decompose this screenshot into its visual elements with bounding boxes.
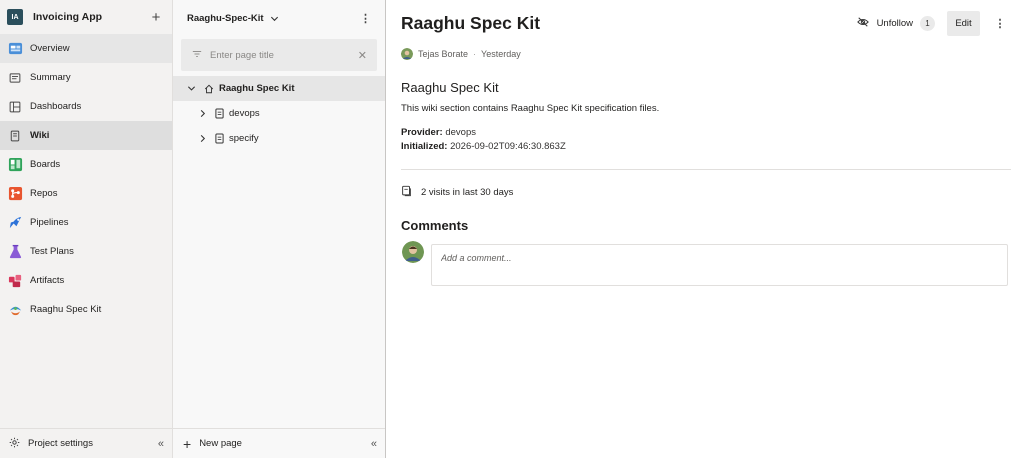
artifacts-icon bbox=[7, 273, 23, 289]
updated-time: Yesterday bbox=[481, 49, 521, 59]
chevron-down-icon[interactable] bbox=[186, 84, 196, 93]
nav-item-test-plans[interactable]: Test Plans bbox=[0, 237, 172, 266]
comment-box bbox=[431, 244, 1008, 286]
comment-input[interactable] bbox=[441, 253, 998, 277]
nav-item-summary[interactable]: Summary bbox=[0, 63, 172, 92]
initialized-key: Initialized: bbox=[401, 141, 448, 152]
spec-kit-icon bbox=[7, 302, 23, 318]
content-description: This wiki section contains Raaghu Spec K… bbox=[401, 103, 660, 114]
nav-item-label: Pipelines bbox=[30, 217, 69, 228]
nav-item-label: Raaghu Spec Kit bbox=[30, 304, 102, 315]
new-page-label: New page bbox=[199, 438, 242, 449]
filter-icon bbox=[192, 46, 202, 64]
nav-item-artifacts[interactable]: Artifacts bbox=[0, 266, 172, 295]
comments-heading: Comments bbox=[401, 218, 469, 233]
project-avatar[interactable]: IA bbox=[7, 9, 23, 25]
test-plans-icon bbox=[7, 244, 23, 260]
author-name[interactable]: Tejas Borate bbox=[418, 49, 468, 59]
clear-filter-icon[interactable]: ✕ bbox=[358, 49, 367, 62]
boards-icon bbox=[7, 157, 23, 173]
nav-item-label: Repos bbox=[30, 188, 58, 199]
wiki-selector: Raaghu-Spec-Kit ⋮ bbox=[173, 0, 385, 36]
page-filter: ✕ bbox=[181, 39, 377, 71]
wiki-tree-pane: Raaghu-Spec-Kit ⋮ ✕ Raaghu Spec Kit devo… bbox=[173, 0, 386, 458]
more-actions-icon[interactable]: ⋮ bbox=[992, 17, 1008, 30]
nav-item-wiki[interactable]: Wiki bbox=[0, 121, 172, 150]
home-icon bbox=[204, 84, 214, 94]
author-avatar[interactable] bbox=[401, 48, 413, 60]
page-actions: Unfollow 1 Edit ⋮ bbox=[851, 11, 1008, 36]
gear-icon bbox=[9, 437, 20, 451]
add-icon[interactable]: + bbox=[148, 10, 164, 25]
page-icon bbox=[215, 133, 224, 144]
content-divider bbox=[401, 169, 1011, 170]
initialized-line: Initialized: 2026-09-02T09:46:30.863Z bbox=[401, 141, 566, 152]
tree-item-root[interactable]: Raaghu Spec Kit bbox=[173, 76, 385, 101]
wiki-icon bbox=[7, 128, 23, 144]
nav-item-overview[interactable]: Overview bbox=[0, 34, 172, 63]
summary-icon bbox=[7, 70, 23, 86]
new-page-button[interactable]: + New page « bbox=[173, 428, 385, 458]
unfollow-button[interactable]: Unfollow 1 bbox=[851, 12, 941, 36]
nav-item-pipelines[interactable]: Pipelines bbox=[0, 208, 172, 237]
repos-icon bbox=[7, 186, 23, 202]
page-visits: 2 visits in last 30 days bbox=[401, 185, 513, 200]
provider-line: Provider: devops bbox=[401, 127, 476, 138]
provider-value: devops bbox=[445, 127, 476, 138]
project-settings-label: Project settings bbox=[28, 438, 93, 449]
provider-key: Provider: bbox=[401, 127, 443, 138]
pipelines-icon bbox=[7, 215, 23, 231]
chevron-right-icon[interactable] bbox=[197, 134, 207, 143]
nav-item-label: Boards bbox=[30, 159, 61, 170]
project-navigation: IA Invoicing App + Overview Summary Dash… bbox=[0, 0, 173, 458]
nav-item-label: Wiki bbox=[30, 130, 50, 141]
nav-item-raaghu-spec-kit[interactable]: Raaghu Spec Kit bbox=[0, 295, 172, 324]
wiki-name[interactable]: Raaghu-Spec-Kit bbox=[187, 13, 264, 24]
collapse-nav-icon[interactable]: « bbox=[158, 438, 164, 450]
unfollow-label: Unfollow bbox=[876, 18, 913, 29]
nav-list: Overview Summary Dashboards Wiki Boards bbox=[0, 34, 172, 324]
project-name[interactable]: Invoicing App bbox=[33, 11, 148, 23]
content-heading: Raaghu Spec Kit bbox=[401, 80, 499, 95]
project-header: IA Invoicing App + bbox=[0, 0, 172, 34]
plus-icon: + bbox=[183, 435, 192, 452]
nav-item-boards[interactable]: Boards bbox=[0, 150, 172, 179]
eye-off-icon bbox=[856, 16, 869, 31]
follower-count-badge: 1 bbox=[920, 16, 935, 31]
page-title-filter-input[interactable] bbox=[210, 49, 358, 61]
project-settings-button[interactable]: Project settings « bbox=[0, 428, 172, 458]
initialized-value: 2026-09-02T09:46:30.863Z bbox=[450, 141, 566, 152]
overview-icon bbox=[7, 41, 23, 57]
tree-item-label: specify bbox=[229, 133, 259, 144]
tree-item-specify[interactable]: specify bbox=[173, 126, 385, 151]
edit-button[interactable]: Edit bbox=[947, 11, 980, 36]
nav-item-label: Dashboards bbox=[30, 101, 82, 112]
tree-item-devops[interactable]: devops bbox=[173, 101, 385, 126]
visits-text: 2 visits in last 30 days bbox=[421, 187, 514, 198]
wiki-more-icon[interactable]: ⋮ bbox=[357, 12, 373, 25]
visits-icon bbox=[401, 185, 412, 200]
nav-item-label: Overview bbox=[30, 43, 70, 54]
dashboards-icon bbox=[7, 99, 23, 115]
nav-item-label: Test Plans bbox=[30, 246, 74, 257]
nav-item-label: Summary bbox=[30, 72, 71, 83]
chevron-down-icon[interactable] bbox=[270, 14, 279, 23]
page-meta: Tejas Borate · Yesterday bbox=[401, 48, 521, 60]
tree-item-label: devops bbox=[229, 108, 260, 119]
wiki-page-content: Raaghu Spec Kit Unfollow 1 Edit ⋮ Tejas … bbox=[387, 0, 1024, 458]
tree-item-label: Raaghu Spec Kit bbox=[219, 83, 295, 94]
nav-item-repos[interactable]: Repos bbox=[0, 179, 172, 208]
page-title: Raaghu Spec Kit bbox=[401, 13, 541, 33]
meta-separator: · bbox=[473, 49, 477, 59]
chevron-right-icon[interactable] bbox=[197, 109, 207, 118]
page-icon bbox=[215, 108, 224, 119]
user-avatar bbox=[402, 241, 424, 263]
collapse-tree-icon[interactable]: « bbox=[371, 438, 377, 450]
nav-item-dashboards[interactable]: Dashboards bbox=[0, 92, 172, 121]
nav-item-label: Artifacts bbox=[30, 275, 65, 286]
